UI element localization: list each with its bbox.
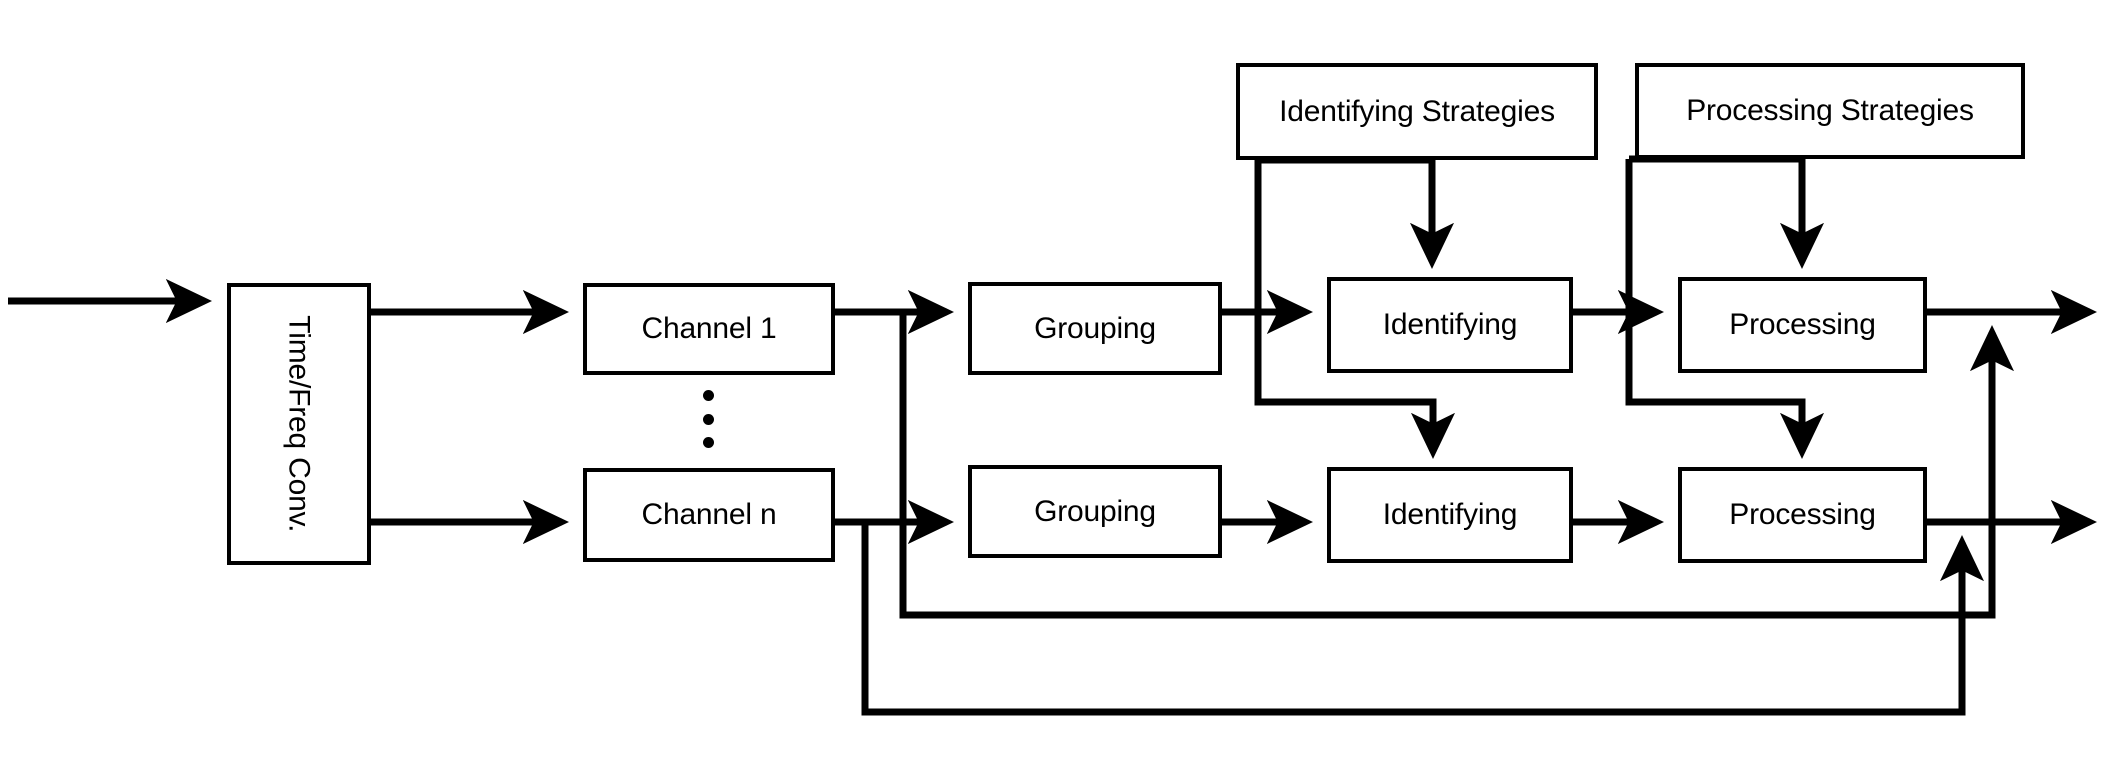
block-diagram-canvas: Time/Freq Conv. Channel 1 Channel n Grou…: [0, 0, 2120, 771]
ellipsis-dot: [703, 413, 714, 425]
node-label-channel-n: Channel n: [641, 498, 777, 532]
node-time-freq-conv[interactable]: Time/Freq Conv.: [227, 283, 371, 565]
ellipsis-dot: [703, 437, 714, 448]
node-channel-n[interactable]: Channel n: [583, 468, 835, 562]
node-processing-bottom[interactable]: Processing: [1678, 467, 1927, 563]
node-label-channel-1: Channel 1: [641, 312, 777, 346]
ellipsis-dot: [703, 390, 714, 401]
node-label-identifying-bottom: Identifying: [1382, 498, 1518, 532]
vertical-ellipsis-icon: [703, 390, 714, 448]
node-identifying-top[interactable]: Identifying: [1327, 277, 1573, 373]
node-label-processing-bottom: Processing: [1729, 498, 1876, 532]
node-label-identifying-strategies: Identifying Strategies: [1279, 94, 1555, 128]
node-label-grouping-top: Grouping: [1034, 311, 1156, 345]
node-grouping-bottom[interactable]: Grouping: [968, 465, 1222, 558]
node-label-processing-top: Processing: [1729, 308, 1876, 342]
node-identifying-strategies[interactable]: Identifying Strategies: [1236, 63, 1598, 160]
node-processing-strategies[interactable]: Processing Strategies: [1635, 63, 2025, 159]
node-label-processing-strategies: Processing Strategies: [1686, 94, 1974, 128]
node-label-time-freq-conv: Time/Freq Conv.: [282, 315, 316, 533]
node-identifying-bottom[interactable]: Identifying: [1327, 467, 1573, 563]
node-channel-1[interactable]: Channel 1: [583, 283, 835, 375]
node-processing-top[interactable]: Processing: [1678, 277, 1927, 373]
node-label-identifying-top: Identifying: [1382, 308, 1518, 342]
node-label-grouping-bottom: Grouping: [1034, 494, 1156, 528]
node-grouping-top[interactable]: Grouping: [968, 282, 1222, 375]
